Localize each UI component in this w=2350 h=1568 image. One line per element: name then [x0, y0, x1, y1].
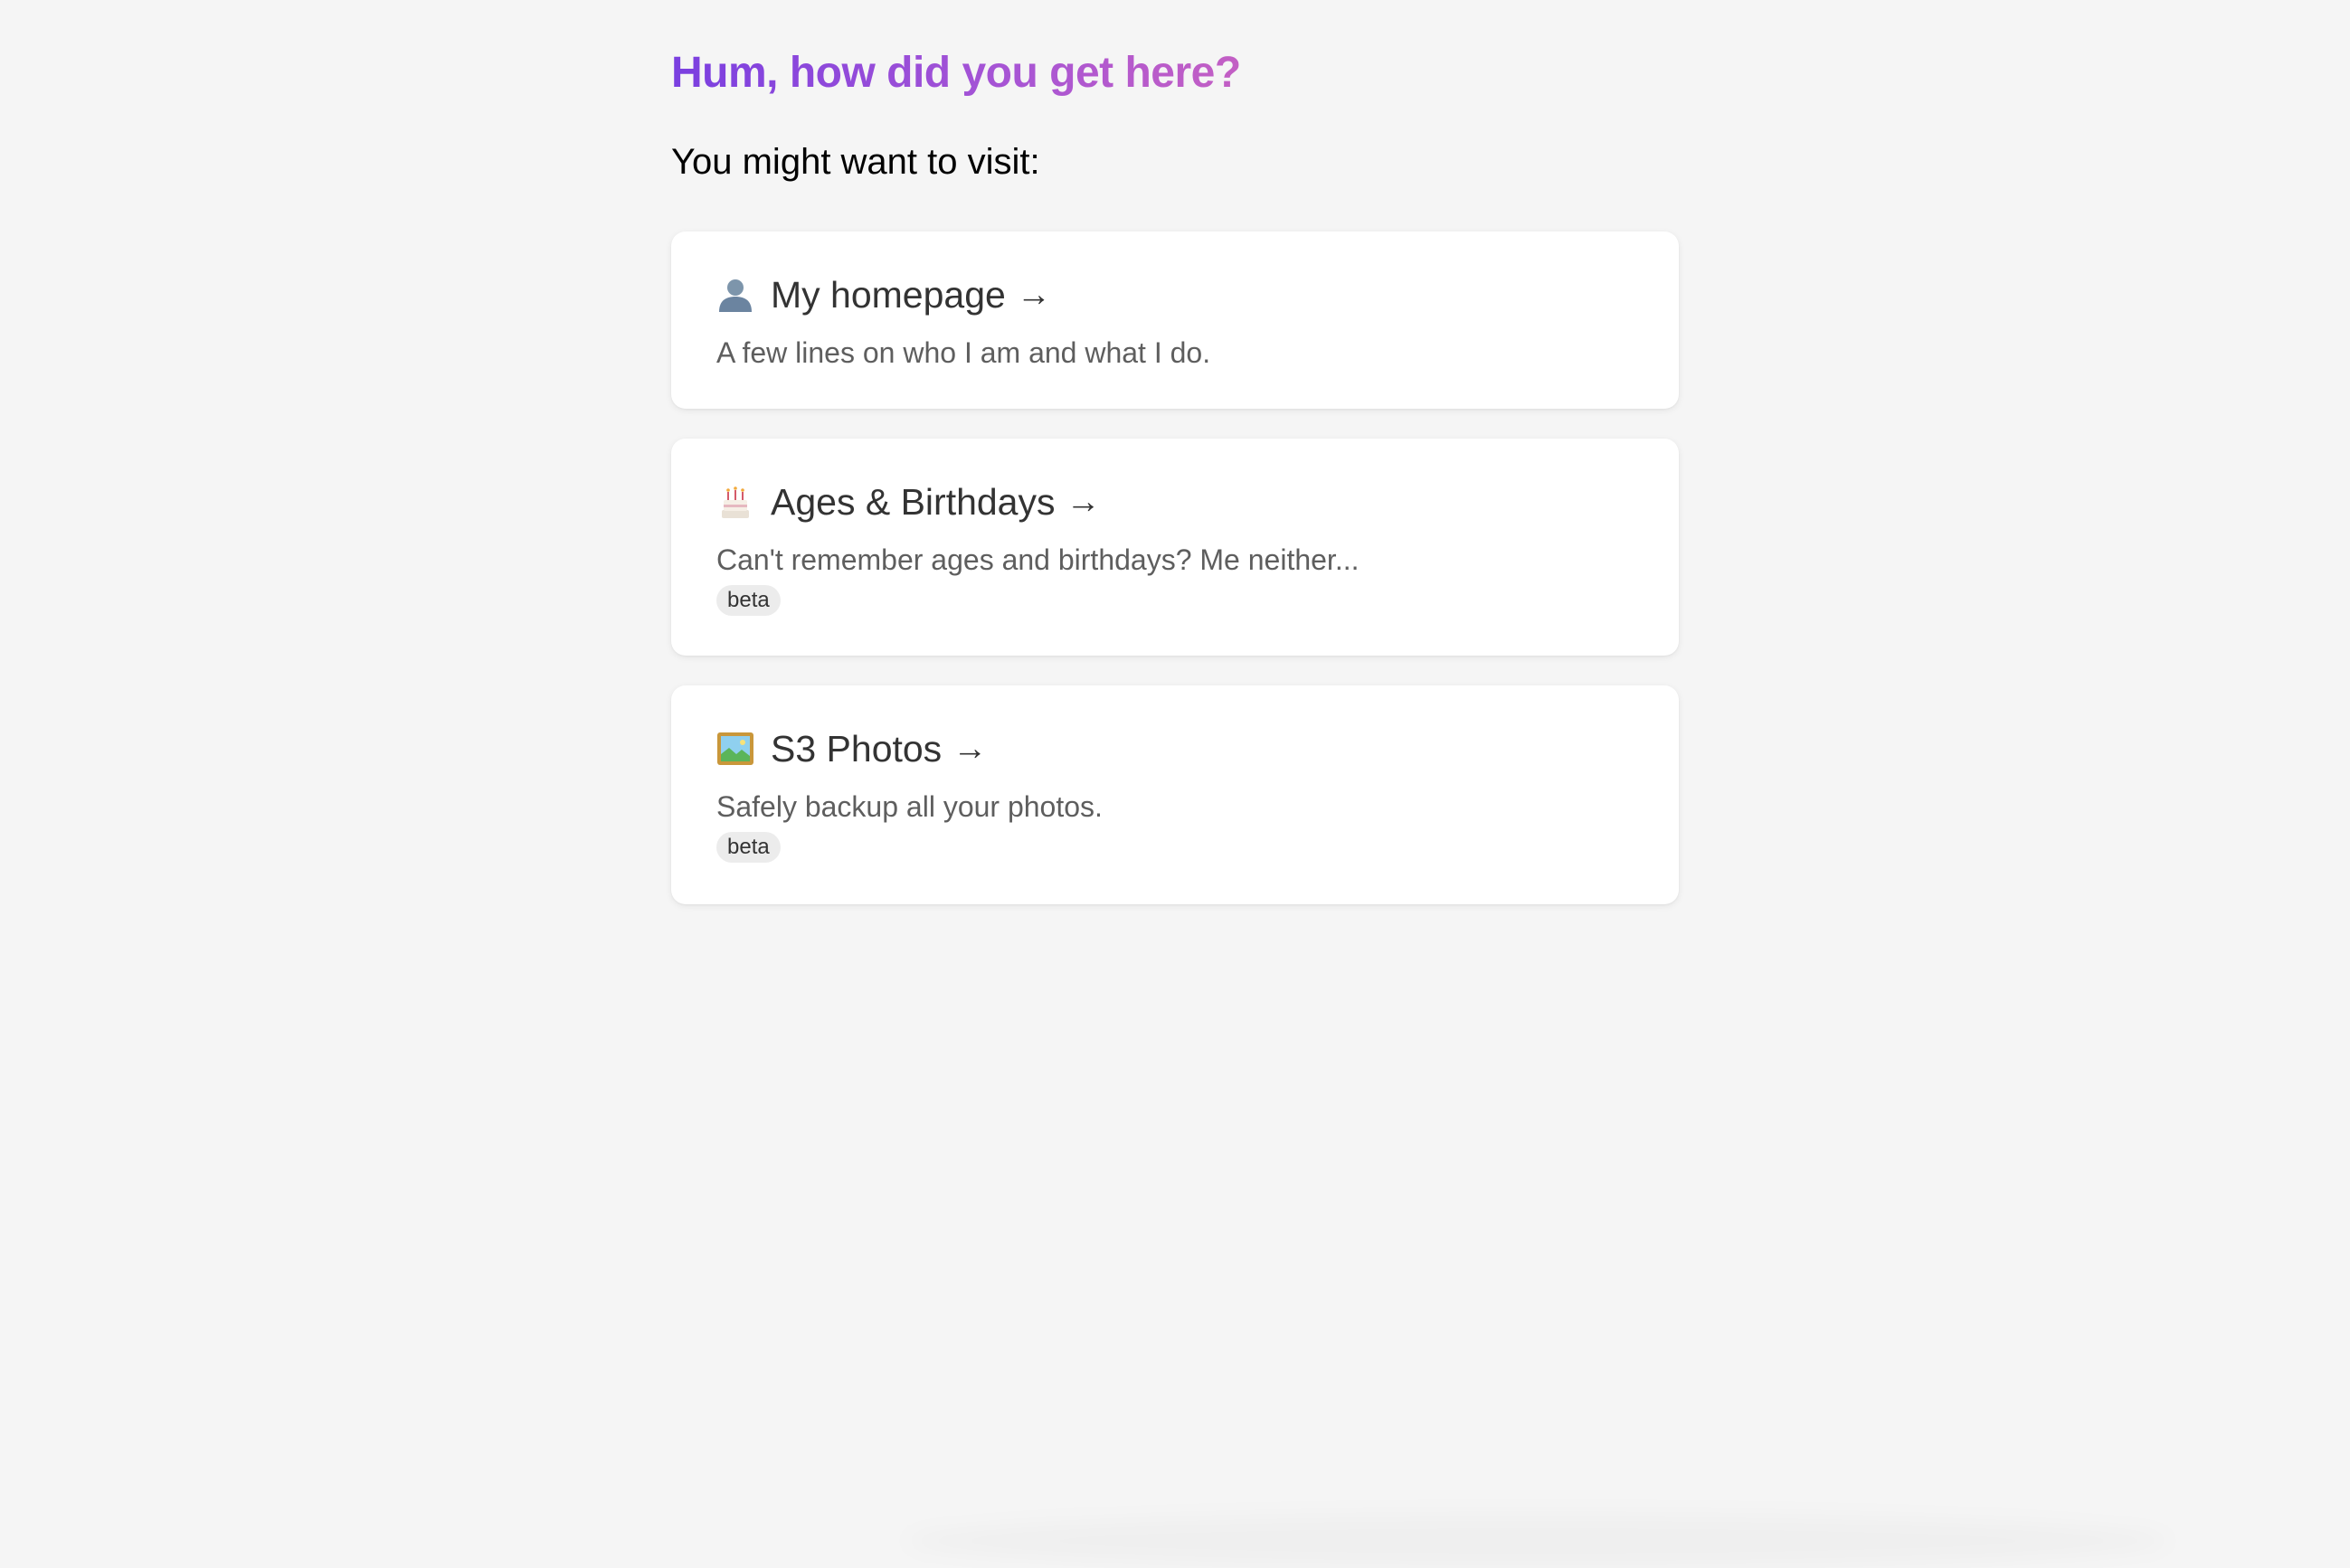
bottom-shadow-decoration	[905, 1514, 2171, 1568]
beta-badge: beta	[716, 585, 781, 616]
card-title-row: My homepage →	[716, 269, 1051, 320]
card-label: S3 Photos	[771, 728, 943, 770]
link-card-s3-photos[interactable]: S3 Photos → Safely backup all your photo…	[671, 685, 1679, 904]
arrow-right-icon: →	[952, 730, 988, 768]
card-description: Safely backup all your photos.	[716, 790, 1103, 823]
card-description: A few lines on who I am and what I do.	[716, 336, 1211, 369]
card-title-row: Ages & Birthdays →	[716, 477, 1101, 527]
card-label: Ages & Birthdays	[771, 481, 1056, 523]
beta-badge: beta	[716, 832, 781, 863]
card-title-row: S3 Photos →	[716, 723, 987, 774]
page-subtitle: You might want to visit:	[671, 142, 1040, 182]
link-card-homepage[interactable]: My homepage → A few lines on who I am an…	[671, 231, 1679, 409]
framed-picture-icon	[716, 730, 754, 768]
page-title: Hum, how did you get here?	[671, 47, 1241, 99]
person-silhouette-icon	[716, 276, 754, 314]
card-label: My homepage	[771, 274, 1006, 316]
card-description: Can't remember ages and birthdays? Me ne…	[716, 543, 1360, 576]
arrow-right-icon: →	[1016, 276, 1051, 314]
link-card-ages-birthdays[interactable]: Ages & Birthdays → Can't remember ages a…	[671, 439, 1679, 656]
arrow-right-icon: →	[1066, 483, 1101, 521]
birthday-cake-icon	[716, 483, 754, 521]
